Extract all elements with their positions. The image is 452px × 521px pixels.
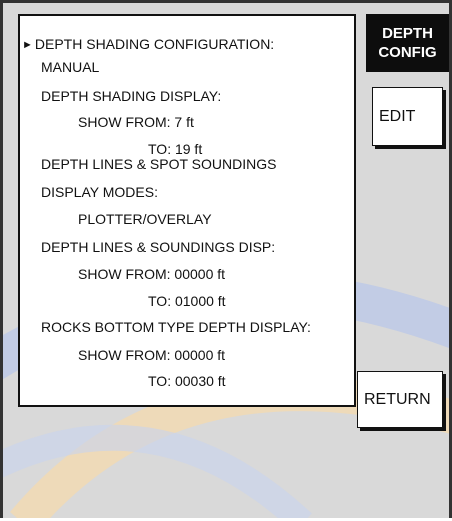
screen-title-line-1: DEPTH xyxy=(382,25,433,42)
soundings-show-from-value: SHOW FROM: 00000 ft xyxy=(78,266,226,282)
rocks-bottom-depth-display-label[interactable]: ROCKS BOTTOM TYPE DEPTH DISPLAY: xyxy=(41,319,311,336)
settings-list-panel: ► DEPTH SHADING CONFIGURATION: MANUAL DEP… xyxy=(18,14,356,407)
menu-item-depth-shading-config[interactable]: ► DEPTH SHADING CONFIGURATION: xyxy=(22,36,274,55)
soundings-to-value: TO: 01000 ft xyxy=(148,293,226,309)
screen-title-line-2: CONFIG xyxy=(378,44,437,61)
depth-shading-show-from-value: SHOW FROM: 7 ft xyxy=(78,114,194,130)
rocks-to-value: TO: 00030 ft xyxy=(148,373,226,389)
display-modes-value: PLOTTER/OVERLAY xyxy=(78,211,212,227)
return-button-label: RETURN xyxy=(364,390,431,408)
selection-cursor-icon: ► xyxy=(22,39,33,51)
display-modes-label: DISPLAY MODES: xyxy=(41,184,158,200)
depth-shading-config-value: MANUAL xyxy=(41,59,100,75)
edit-button[interactable]: EDIT xyxy=(372,87,443,146)
depth-shading-config-label: DEPTH SHADING CONFIGURATION: xyxy=(34,36,275,52)
rocks-show-from-value: SHOW FROM: 00000 ft xyxy=(78,347,226,363)
depth-lines-soundings-disp-label[interactable]: DEPTH LINES & SOUNDINGS DISP: xyxy=(41,239,275,256)
edit-button-label: EDIT xyxy=(379,107,416,125)
depth-config-screen: ► DEPTH SHADING CONFIGURATION: MANUAL DEP… xyxy=(0,0,452,518)
screen-title: DEPTH CONFIG xyxy=(366,14,449,72)
depth-lines-spot-soundings-label[interactable]: DEPTH LINES & SPOT SOUNDINGS xyxy=(41,156,276,173)
return-button[interactable]: RETURN xyxy=(357,371,443,428)
depth-shading-display-label[interactable]: DEPTH SHADING DISPLAY: xyxy=(41,88,221,105)
